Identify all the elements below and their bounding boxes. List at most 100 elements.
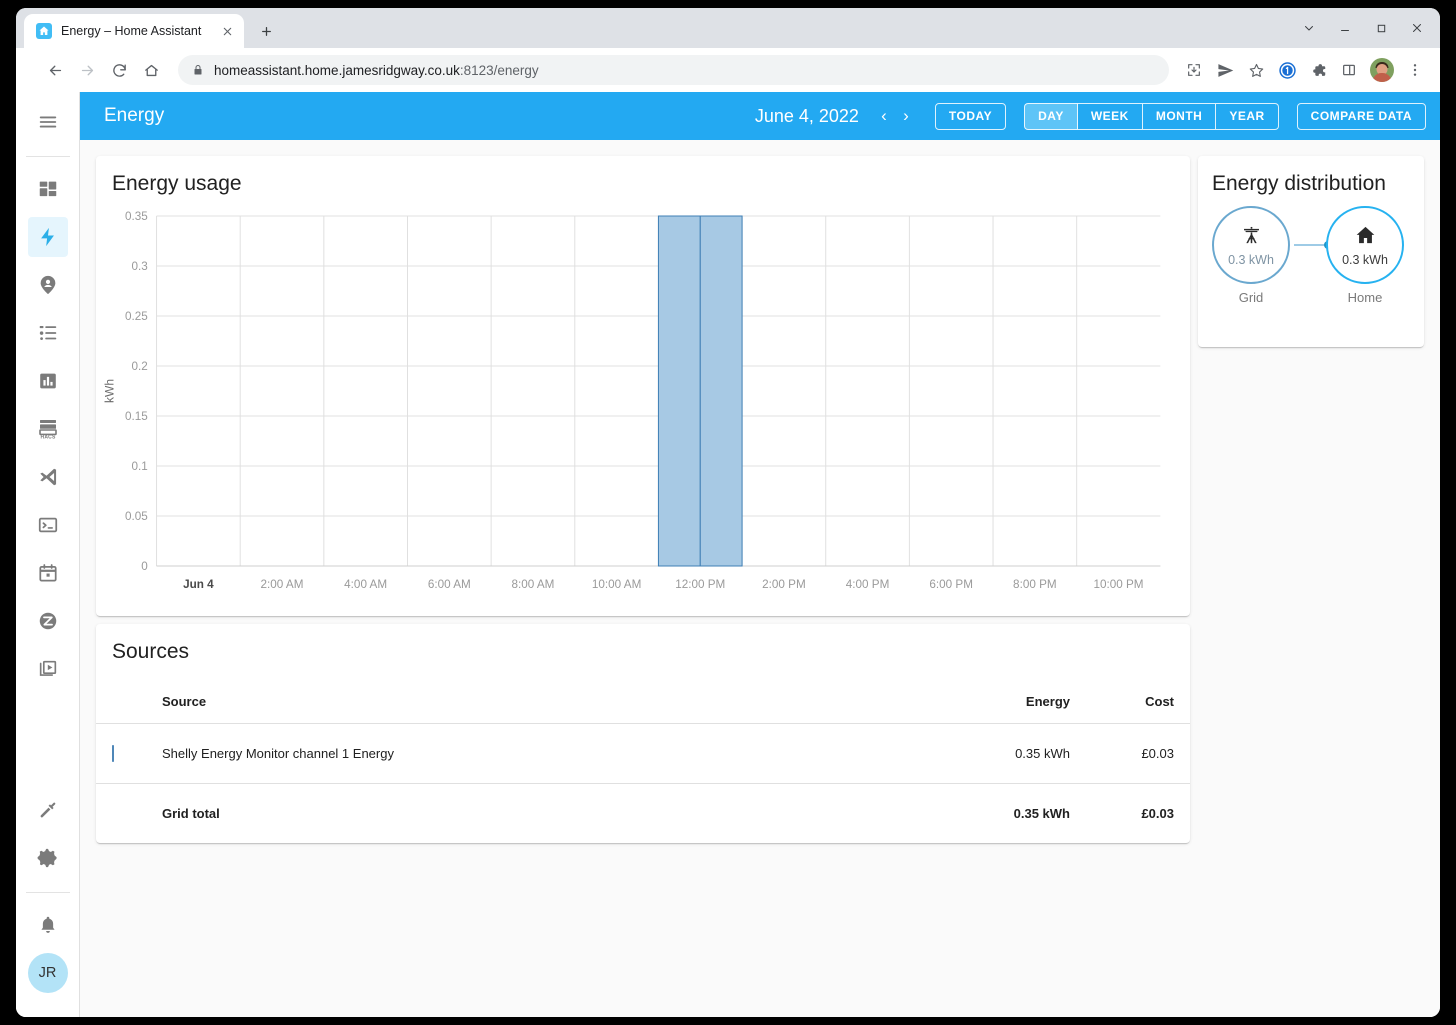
home-icon[interactable] (136, 55, 166, 85)
svg-text:10:00 PM: 10:00 PM (1093, 577, 1143, 591)
total-swatch-cell (96, 784, 162, 844)
address-bar[interactable]: homeassistant.home.jamesridgway.co.uk:81… (178, 55, 1169, 85)
range-day-button[interactable]: DAY (1024, 102, 1078, 130)
grid-node[interactable]: 0.3 kWh (1212, 206, 1290, 284)
page-viewport: HACS JR Energy June 4, 2022 ‹ › TODAY DA… (16, 92, 1440, 1017)
sidebar-item-energy[interactable] (27, 217, 68, 257)
1password-icon[interactable] (1272, 55, 1302, 85)
right-column: Energy distribution 0.3 kWh Grid 0.3 kWh… (1198, 156, 1424, 347)
browser-toolbar: homeassistant.home.jamesridgway.co.uk:81… (16, 48, 1440, 92)
previous-period-button[interactable]: ‹ (873, 101, 895, 131)
install-icon[interactable] (1179, 55, 1209, 85)
header-controls: June 4, 2022 ‹ › TODAY DAY WEEK MONTH YE… (755, 101, 1426, 131)
bookmark-star-icon[interactable] (1241, 55, 1271, 85)
next-period-button[interactable]: › (895, 101, 917, 131)
range-month-button[interactable]: MONTH (1142, 102, 1217, 130)
energy-usage-chart[interactable]: 0 0.05 0.1 0.15 0.2 0.25 0.3 0.35 Jun 4 2:00 AM 4:… (96, 208, 1174, 608)
browser-menu-icon[interactable] (1400, 55, 1430, 85)
profile-avatar[interactable] (1370, 58, 1394, 82)
sidebar-item-history[interactable] (28, 361, 68, 401)
share-icon[interactable] (1210, 55, 1240, 85)
page-title: Energy (104, 105, 165, 126)
close-icon[interactable] (1400, 14, 1434, 42)
svg-text:HACS: HACS (40, 435, 55, 441)
range-year-button[interactable]: YEAR (1216, 102, 1279, 130)
sidebar-item-zigbee[interactable] (28, 601, 68, 641)
sidebar-menu-toggle[interactable] (28, 102, 68, 142)
source-color-swatch (112, 745, 114, 762)
sidebar-divider-bottom (25, 892, 70, 893)
compare-data-button[interactable]: COMPARE DATA (1296, 102, 1426, 130)
back-arrow-icon[interactable] (40, 55, 70, 85)
main-column: Energy June 4, 2022 ‹ › TODAY DAY WEEK M… (80, 92, 1440, 1017)
sources-table-head: Source Energy Cost (96, 668, 1190, 724)
maximize-icon[interactable] (1364, 14, 1398, 42)
url-domain: homeassistant.home.jamesridgway.co.uk (214, 62, 460, 78)
page-content: Energy usage 0 0.05 0.1 0.15 0.2 0.25 0.3 0.35 J… (80, 140, 1440, 1017)
sidebar-user-avatar[interactable]: JR (27, 953, 68, 993)
svg-text:0.25: 0.25 (125, 309, 148, 323)
range-week-button[interactable]: WEEK (1077, 102, 1143, 130)
sidebar-item-settings[interactable] (28, 838, 68, 878)
reload-icon[interactable] (104, 55, 134, 85)
svg-text:4:00 AM: 4:00 AM (344, 577, 387, 591)
ha-sidebar: HACS JR (16, 92, 80, 1017)
home-value: 0.3 kWh (1342, 252, 1388, 267)
browser-tab[interactable]: Energy – Home Assistant (24, 14, 244, 48)
url-text: homeassistant.home.jamesridgway.co.uk:81… (214, 63, 539, 78)
svg-text:0.15: 0.15 (125, 409, 148, 423)
grid-label: Grid (1238, 290, 1264, 305)
sidebar-item-terminal[interactable] (28, 505, 68, 545)
table-header-row: Source Energy Cost (96, 668, 1190, 724)
new-tab-button[interactable] (252, 17, 280, 45)
svg-text:Jun 4: Jun 4 (183, 577, 214, 591)
today-group: TODAY (934, 102, 1007, 130)
lock-icon (192, 64, 204, 76)
side-panel-icon[interactable] (1334, 55, 1364, 85)
sidebar-item-notifications[interactable] (28, 905, 68, 945)
sidebar-item-logbook[interactable] (28, 313, 68, 353)
svg-text:6:00 AM: 6:00 AM (428, 577, 471, 591)
svg-text:8:00 PM: 8:00 PM (1013, 577, 1057, 591)
window-controls (1292, 14, 1434, 42)
svg-text:12:00 PM: 12:00 PM (675, 577, 725, 591)
sources-card: Sources Source Energy Cost Shelly Energy… (96, 624, 1190, 843)
sidebar-item-vscode[interactable] (28, 457, 68, 497)
sources-title: Sources (112, 640, 190, 663)
tab-title: Energy – Home Assistant (61, 24, 202, 38)
today-button[interactable]: TODAY (934, 102, 1007, 130)
browser-window: Energy – Home Assistant homeassistant.ho… (16, 8, 1440, 1017)
energy-column-header: Energy (930, 668, 1070, 724)
extensions-icon[interactable] (1303, 55, 1333, 85)
sidebar-item-hacs[interactable]: HACS (28, 409, 68, 449)
home-node[interactable]: 0.3 kWh (1326, 206, 1404, 284)
row-cost-value: £0.03 (1141, 746, 1174, 761)
tab-close-icon[interactable] (218, 22, 236, 40)
tab-strip: Energy – Home Assistant (16, 8, 1440, 48)
minimize-icon[interactable] (1328, 14, 1362, 42)
svg-text:6:00 PM: 6:00 PM (929, 577, 973, 591)
row-source-name: Shelly Energy Monitor channel 1 Energy (162, 746, 394, 761)
home-assistant-favicon (36, 23, 52, 39)
svg-text:0.35: 0.35 (125, 209, 148, 223)
sidebar-item-media[interactable] (28, 649, 68, 689)
table-total-row: Grid total 0.35 kWh £0.03 (96, 784, 1190, 844)
sidebar-divider-top (25, 156, 70, 157)
sidebar-item-map[interactable] (28, 265, 68, 305)
forward-arrow-icon[interactable] (72, 55, 102, 85)
home-label: Home (1347, 290, 1383, 305)
chart-svg: 0 0.05 0.1 0.15 0.2 0.25 0.3 0.35 Jun 4 2:00 AM 4:… (103, 209, 1174, 591)
transmission-tower-icon (1240, 224, 1263, 252)
chevron-down-icon[interactable] (1292, 14, 1326, 42)
energy-distribution-title: Energy distribution (1212, 172, 1386, 195)
svg-text:0.05: 0.05 (125, 509, 148, 523)
svg-text:4:00 PM: 4:00 PM (846, 577, 890, 591)
row-swatch-cell (96, 724, 162, 784)
sources-table-body: Shelly Energy Monitor channel 1 Energy 0… (96, 724, 1190, 844)
energy-distribution-card: Energy distribution 0.3 kWh Grid 0.3 kWh… (1198, 156, 1424, 347)
svg-text:0: 0 (141, 559, 148, 573)
sidebar-item-developer-tools[interactable] (28, 790, 68, 830)
sidebar-item-overview[interactable] (28, 169, 68, 209)
sidebar-item-calendar[interactable] (28, 553, 68, 593)
table-row[interactable]: Shelly Energy Monitor channel 1 Energy 0… (96, 724, 1190, 784)
